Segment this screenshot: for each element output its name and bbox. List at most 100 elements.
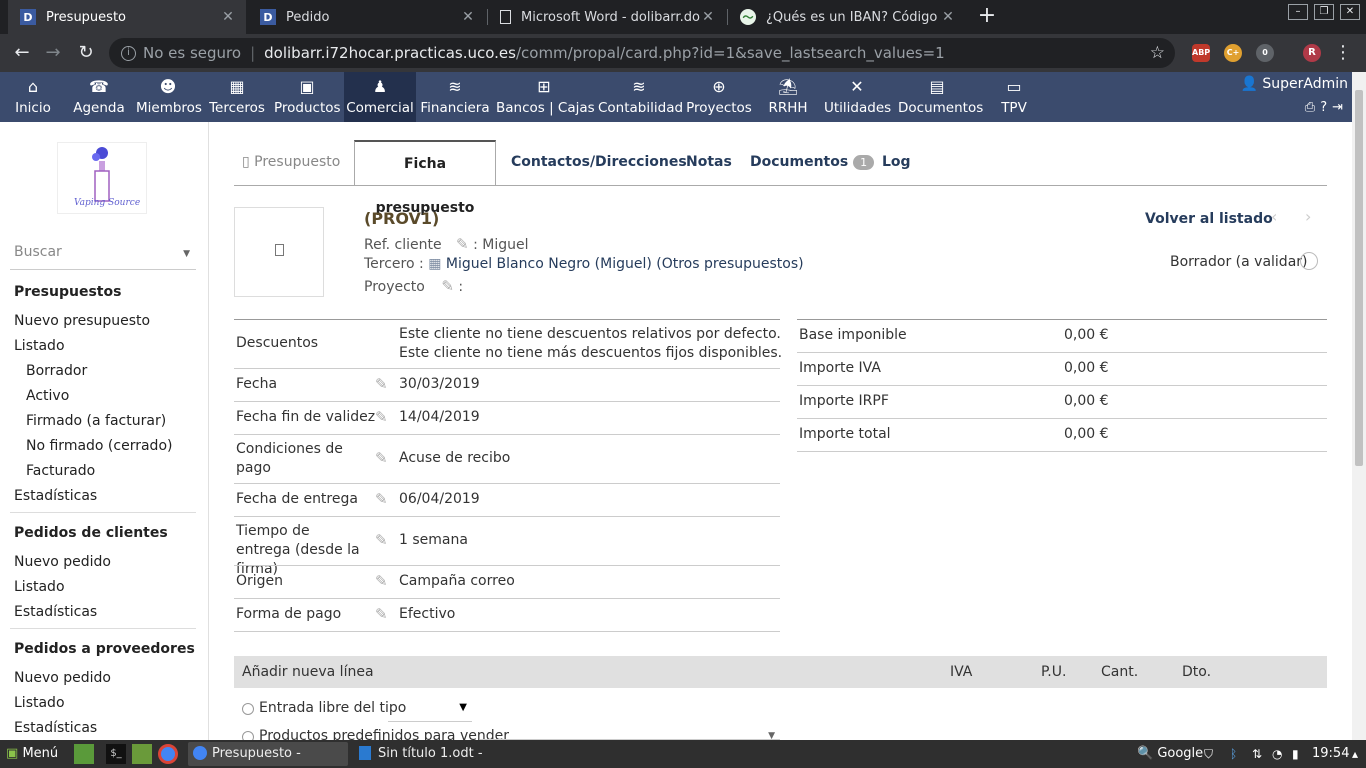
close-tab-icon[interactable]: ✕ [700, 9, 716, 25]
topmenu-item-financiera[interactable]: ≋ Financiera [420, 72, 490, 122]
browser-tab-presupuesto[interactable]: D Presupuesto ✕ [8, 0, 246, 34]
print-icon[interactable]: ⎙ [1305, 100, 1320, 115]
document-thumbnail[interactable] [234, 207, 324, 297]
menu-item-estadisticas[interactable]: Estadísticas [14, 604, 97, 620]
menu-item-no-firmado[interactable]: No firmado (cerrado) [26, 438, 172, 454]
back-arrow-icon[interactable]: ← [9, 40, 35, 66]
topmenu-item-productos[interactable]: ▣ Productos [274, 72, 341, 122]
previous-record-icon[interactable]: ‹ [1271, 207, 1277, 226]
edit-pencil-icon[interactable]: ✎ [375, 375, 388, 393]
info-icon[interactable]: i [121, 45, 136, 61]
puzzle-extension-icon[interactable]: 0 [1256, 44, 1274, 62]
menu-title-pedidos-clientes[interactable]: Pedidos de clientes [14, 525, 168, 541]
topmenu-item-documentos[interactable]: ▤ Documentos [898, 72, 983, 122]
menu-item-nuevo-presupuesto[interactable]: Nuevo presupuesto [14, 313, 150, 329]
battery-icon[interactable]: ▮ [1292, 740, 1299, 768]
shield-icon[interactable]: ⛉ [1204, 740, 1213, 768]
new-tab-button[interactable]: + [976, 5, 998, 27]
forward-arrow-icon[interactable]: → [40, 40, 66, 66]
show-desktop-icon[interactable] [74, 744, 94, 764]
topmenu-item-proyectos[interactable]: ⊕ Proyectos [686, 72, 752, 122]
browser-tab-pedido[interactable]: D Pedido ✕ [248, 0, 486, 34]
edit-pencil-icon[interactable]: ✎ [375, 605, 388, 623]
next-record-icon[interactable]: › [1305, 207, 1311, 226]
edit-pencil-icon[interactable]: ✎ [375, 449, 388, 467]
page-scrollbar[interactable] [1352, 72, 1366, 740]
close-window-icon[interactable]: ✕ [1340, 4, 1360, 20]
edit-pencil-icon[interactable]: ✎ [375, 531, 388, 549]
tab-presupuesto[interactable]: ▯ Presupuesto [234, 140, 348, 185]
browser-tab-word[interactable]: Microsoft Word - dolibarr.docx ✕ [488, 0, 726, 34]
topmenu-item-miembros[interactable]: ☻ Miembros [136, 72, 202, 122]
edit-pencil-icon[interactable]: ✎ [375, 490, 388, 508]
tab-documentos[interactable]: Documentos 1 [742, 140, 882, 185]
start-menu-button[interactable]: ▣ Menú [6, 740, 58, 768]
menu-item-facturado[interactable]: Facturado [26, 463, 95, 479]
terminal-icon[interactable]: $_ [106, 744, 126, 764]
tab-ficha-presupuesto[interactable]: Ficha presupuesto [354, 140, 496, 216]
topmenu-item-contabilidad[interactable]: ≋ Contabilidad [598, 72, 683, 122]
menu-item-estadisticas[interactable]: Estadísticas [14, 720, 97, 736]
minimize-window-icon[interactable]: – [1288, 4, 1308, 20]
menu-item-listado[interactable]: Listado [14, 695, 65, 711]
help-icon[interactable]: ? [1320, 100, 1332, 115]
topmenu-item-inicio[interactable]: ⌂ Inicio [10, 72, 56, 122]
topmenu-item-tpv[interactable]: ▭ TPV [994, 72, 1034, 122]
menu-title-presupuestos[interactable]: Presupuestos [14, 284, 121, 300]
profile-avatar[interactable]: R [1303, 44, 1321, 62]
tray-expand-icon[interactable]: ▴ [1352, 740, 1358, 768]
address-bar[interactable]: i No es seguro | dolibarr.i72hocar.pract… [109, 38, 1175, 68]
tercero-link[interactable]: Miguel Blanco Negro (Miguel) [446, 256, 652, 272]
maximize-window-icon[interactable]: ❐ [1314, 4, 1334, 20]
taskbar-search[interactable]: 🔍 Google [1137, 740, 1203, 768]
menu-item-activo[interactable]: Activo [26, 388, 69, 404]
topmenu-item-agenda[interactable]: ☎ Agenda [70, 72, 128, 122]
chrome-icon[interactable] [158, 744, 178, 764]
free-entry-radio[interactable] [242, 703, 254, 715]
tab-contactos[interactable]: Contactos/Direcciones [503, 140, 695, 185]
bookmark-star-icon[interactable]: ☆ [1150, 43, 1165, 63]
coupon-extension-icon[interactable]: C+ [1224, 44, 1242, 62]
menu-item-firmado[interactable]: Firmado (a facturar) [26, 413, 166, 429]
edit-pencil-icon[interactable]: ✎ [456, 235, 469, 253]
close-tab-icon[interactable]: ✕ [220, 9, 236, 25]
chrome-menu-icon[interactable]: ⋮ [1330, 40, 1356, 66]
network-icon[interactable]: ⇅ [1252, 740, 1262, 768]
product-select[interactable]: ▼ [480, 723, 780, 740]
edit-pencil-icon[interactable]: ✎ [375, 572, 388, 590]
logout-icon[interactable]: ⇥ [1332, 100, 1348, 115]
browser-tab-iban[interactable]: 〜 ¿Qués es un IBAN? Código Inter ✕ [728, 0, 966, 34]
reload-icon[interactable]: ↻ [73, 40, 99, 66]
adblock-extension-icon[interactable]: ABP [1192, 44, 1210, 62]
scrollbar-thumb[interactable] [1355, 90, 1363, 466]
line-type-select[interactable]: ▼ [388, 696, 472, 722]
user-menu[interactable]: 👤 SuperAdmin [1240, 76, 1348, 92]
topmenu-item-terceros[interactable]: ▦ Terceros [208, 72, 266, 122]
clock[interactable]: 19:54 [1312, 740, 1349, 768]
other-proposals-link[interactable]: (Otros presupuestos) [656, 256, 803, 272]
tab-log[interactable]: Log [874, 140, 919, 185]
topmenu-item-utilidades[interactable]: ✕ Utilidades [824, 72, 891, 122]
close-tab-icon[interactable]: ✕ [460, 9, 476, 25]
topmenu-item-comercial[interactable]: ♟ Comercial [344, 72, 416, 122]
bluetooth-icon[interactable]: ᛒ [1230, 740, 1237, 768]
taskbar-window-chrome[interactable]: Presupuesto - Googl... [188, 742, 348, 766]
menu-title-pedidos-proveedores[interactable]: Pedidos a proveedores [14, 641, 195, 657]
menu-item-listado[interactable]: Listado [14, 579, 65, 595]
topmenu-item-rrhh[interactable]: ⛱ RRHH [764, 72, 812, 122]
search-select[interactable]: Buscar ▼ [10, 240, 196, 270]
tab-notas[interactable]: Notas [678, 140, 740, 185]
wifi-icon[interactable]: ◔ [1272, 740, 1282, 768]
company-logo[interactable]: Vaping Source [57, 142, 147, 214]
files-icon[interactable] [132, 744, 152, 764]
topmenu-item-bancos[interactable]: ⊞ Bancos | Cajas [496, 72, 595, 122]
edit-pencil-icon[interactable]: ✎ [441, 277, 454, 295]
close-tab-icon[interactable]: ✕ [940, 9, 956, 25]
menu-item-borrador[interactable]: Borrador [26, 363, 87, 379]
menu-item-nuevo-pedido[interactable]: Nuevo pedido [14, 670, 111, 686]
menu-item-estadisticas[interactable]: Estadísticas [14, 488, 97, 504]
taskbar-window-writer[interactable]: Sin título 1.odt - Libre... [354, 742, 514, 766]
menu-item-nuevo-pedido[interactable]: Nuevo pedido [14, 554, 111, 570]
edit-pencil-icon[interactable]: ✎ [375, 408, 388, 426]
back-to-list-link[interactable]: Volver al listado [1145, 211, 1273, 227]
